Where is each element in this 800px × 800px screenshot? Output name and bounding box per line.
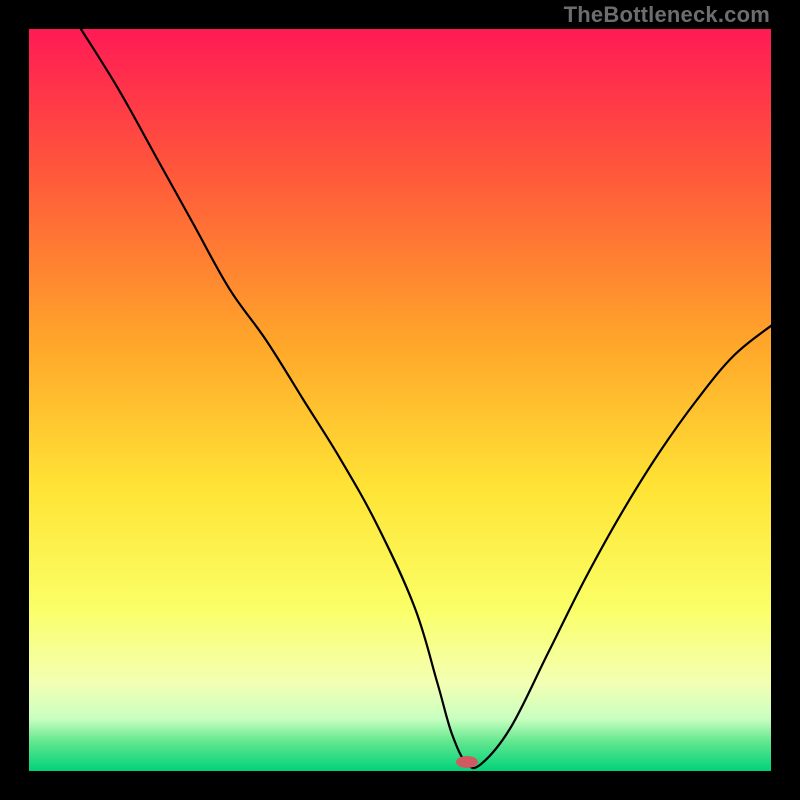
plot-area bbox=[29, 29, 771, 771]
plot-svg bbox=[29, 29, 771, 771]
min-marker bbox=[456, 756, 478, 768]
attribution-text: TheBottleneck.com bbox=[564, 2, 770, 28]
bottleneck-curve bbox=[81, 29, 771, 768]
chart-frame: TheBottleneck.com bbox=[0, 0, 800, 800]
